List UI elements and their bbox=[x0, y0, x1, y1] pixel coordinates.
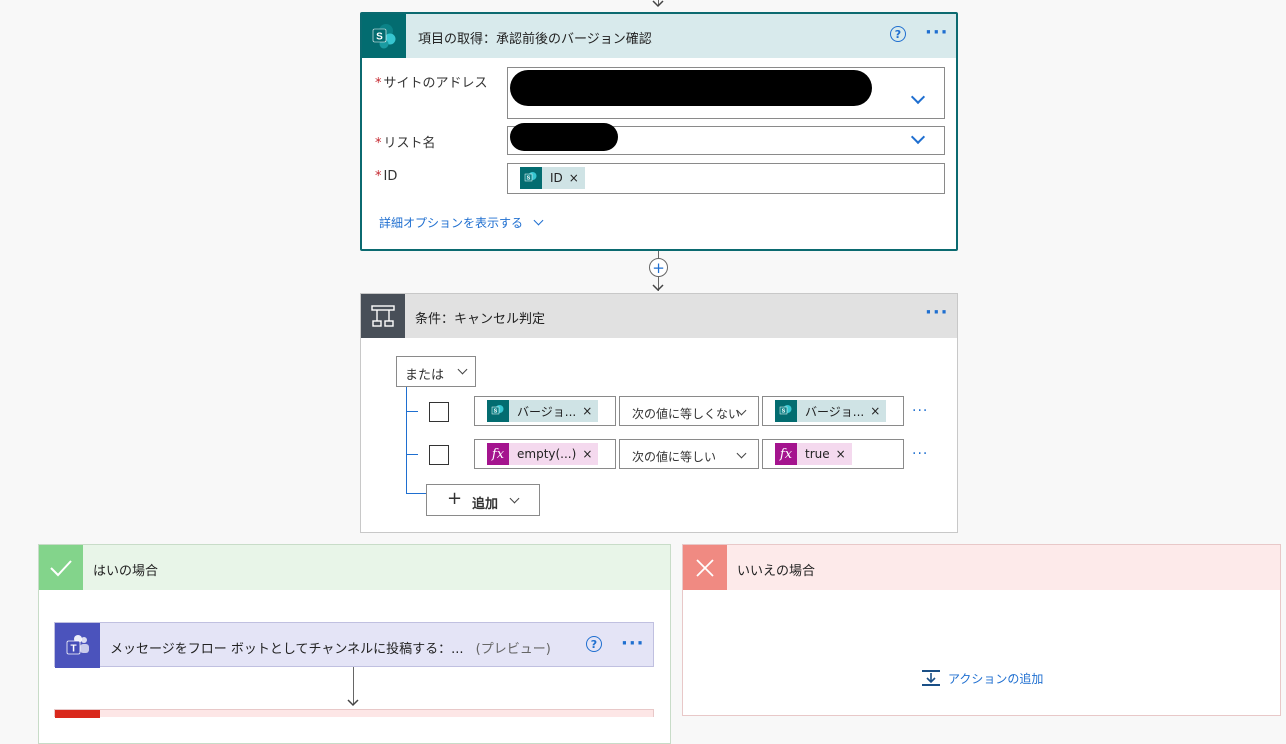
condition-operator-dropdown[interactable]: 次の値に等しくない bbox=[619, 396, 759, 426]
svg-text:S: S bbox=[376, 32, 383, 43]
sharepoint-icon: S bbox=[520, 167, 542, 189]
condition-right-operand[interactable]: S バージョ... × bbox=[762, 396, 904, 426]
id-token[interactable]: S ID × bbox=[520, 167, 585, 189]
redacted-area bbox=[510, 70, 872, 106]
remove-token-icon[interactable]: × bbox=[582, 447, 592, 461]
sharepoint-icon: S bbox=[362, 14, 406, 58]
chevron-down-icon[interactable] bbox=[910, 89, 926, 105]
plus-icon: + bbox=[447, 488, 463, 509]
site-address-dropdown[interactable] bbox=[507, 67, 945, 119]
more-options-icon[interactable]: ··· bbox=[925, 304, 949, 322]
svg-text:S: S bbox=[782, 409, 786, 415]
card-title: 条件：キャンセル判定 bbox=[415, 312, 546, 327]
remove-token-icon[interactable]: × bbox=[870, 404, 880, 418]
dynamic-content-token[interactable]: S バージョ... × bbox=[775, 400, 887, 422]
chevron-down-icon bbox=[736, 448, 747, 459]
help-icon[interactable]: ? bbox=[586, 636, 602, 652]
condition-left-operand[interactable]: fx empty(...) × bbox=[474, 439, 616, 469]
add-condition-button[interactable]: + 追加 bbox=[426, 484, 540, 516]
yes-branch-title: はいの場合 bbox=[93, 564, 159, 579]
chevron-down-icon[interactable] bbox=[910, 129, 926, 145]
expression-token[interactable]: fx empty(...) × bbox=[487, 443, 599, 465]
tree-line bbox=[406, 493, 426, 494]
tree-line bbox=[406, 454, 418, 455]
remove-token-icon[interactable]: × bbox=[836, 447, 846, 461]
svg-text:T: T bbox=[70, 643, 76, 654]
no-branch-panel[interactable]: いいえの場合 アクションの追加 bbox=[682, 544, 1281, 716]
add-action-button[interactable]: アクションの追加 bbox=[921, 669, 1043, 687]
redacted-area bbox=[510, 123, 618, 151]
function-icon: fx bbox=[775, 443, 797, 465]
arrow-down-icon bbox=[652, 284, 664, 292]
id-field[interactable]: S ID × bbox=[507, 163, 945, 194]
card-header[interactable]: 条件：キャンセル判定 ··· bbox=[361, 294, 957, 338]
more-options-icon[interactable]: ··· bbox=[925, 24, 949, 42]
group-operator-dropdown[interactable]: または bbox=[396, 356, 476, 387]
arrow-down-icon bbox=[652, 0, 664, 8]
condition-left-operand[interactable]: S バージョ... × bbox=[474, 396, 616, 426]
remove-token-icon[interactable]: × bbox=[569, 171, 579, 185]
chevron-down-icon bbox=[509, 493, 520, 504]
tree-line bbox=[406, 387, 407, 494]
sharepoint-icon: S bbox=[487, 400, 509, 422]
condition-operator-dropdown[interactable]: 次の値に等しい bbox=[619, 439, 759, 469]
sharepoint-icon: S bbox=[775, 400, 797, 422]
row-more-icon[interactable]: ··· bbox=[912, 447, 928, 461]
get-item-card[interactable]: S 項目の取得：承認前後のバージョン確認 ? ··· * サイトのアドレス * リス… bbox=[360, 12, 958, 251]
list-name-label: * リスト名 bbox=[375, 136, 436, 151]
dynamic-content-token[interactable]: S バージョ... × bbox=[487, 400, 599, 422]
no-branch-header: いいえの場合 bbox=[683, 545, 1280, 590]
yes-branch-header: はいの場合 bbox=[39, 545, 670, 590]
list-name-dropdown[interactable] bbox=[507, 123, 945, 155]
card-header[interactable]: S 項目の取得：承認前後のバージョン確認 ? ··· bbox=[362, 14, 956, 58]
svg-text:S: S bbox=[494, 409, 498, 415]
expression-token[interactable]: fx true × bbox=[775, 443, 852, 465]
row-checkbox[interactable] bbox=[429, 445, 449, 465]
chevron-down-icon bbox=[533, 215, 544, 226]
condition-card[interactable]: 条件：キャンセル判定 ··· または S バージョ... × 次の値に等しくない… bbox=[360, 293, 958, 533]
card-title: 項目の取得：承認前後のバージョン確認 bbox=[418, 32, 652, 47]
arrow-down-icon bbox=[347, 699, 359, 707]
help-icon[interactable]: ? bbox=[890, 26, 906, 42]
next-action-card[interactable] bbox=[54, 709, 654, 718]
site-address-label: * サイトのアドレス bbox=[375, 76, 488, 91]
add-action-icon bbox=[922, 670, 940, 686]
close-icon bbox=[683, 545, 727, 590]
condition-icon bbox=[361, 294, 405, 338]
row-more-icon[interactable]: ··· bbox=[912, 404, 928, 418]
insert-step-icon[interactable]: + bbox=[649, 258, 668, 277]
svg-text:S: S bbox=[527, 176, 531, 182]
more-options-icon[interactable]: ··· bbox=[621, 635, 645, 653]
condition-right-operand[interactable]: fx true × bbox=[762, 439, 904, 469]
teams-post-message-card[interactable]: T メッセージをフロー ボットとしてチャンネルに投稿する：... (プレビュー)… bbox=[54, 622, 654, 668]
no-branch-title: いいえの場合 bbox=[737, 564, 816, 579]
chevron-down-icon bbox=[457, 364, 468, 375]
check-icon bbox=[39, 545, 83, 590]
function-icon: fx bbox=[487, 443, 509, 465]
advanced-options-link[interactable]: 詳細オプションを表示する bbox=[379, 214, 544, 231]
id-label: * ID bbox=[375, 169, 398, 184]
tree-line bbox=[406, 411, 418, 412]
remove-token-icon[interactable]: × bbox=[582, 404, 592, 418]
row-checkbox[interactable] bbox=[429, 402, 449, 422]
teams-icon: T bbox=[55, 623, 100, 668]
card-title: メッセージをフロー ボットとしてチャンネルに投稿する：... (プレビュー) bbox=[110, 642, 551, 657]
